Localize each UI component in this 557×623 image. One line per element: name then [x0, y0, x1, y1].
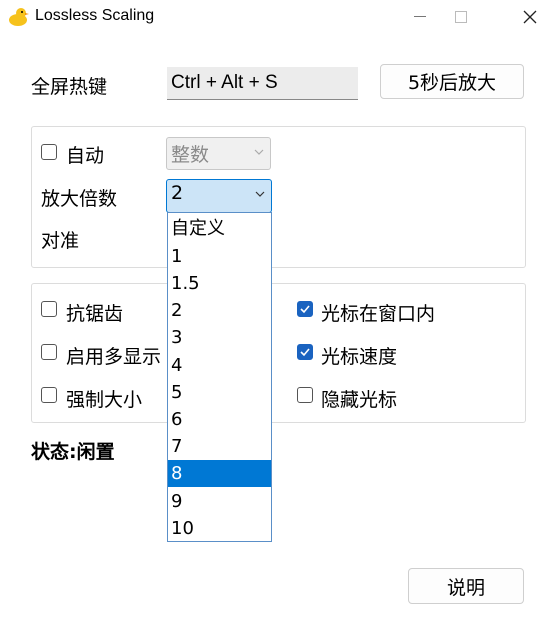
- dropdown-item[interactable]: 10: [168, 515, 271, 542]
- cursor-in-window-checkbox[interactable]: [297, 301, 313, 317]
- scale-mode-select: 整数: [166, 137, 271, 170]
- status-text: 状态:闲置: [31, 441, 115, 463]
- maximize-icon: [455, 11, 467, 23]
- hotkey-input[interactable]: Ctrl + Alt + S: [167, 67, 358, 100]
- close-icon: [523, 10, 537, 24]
- dropdown-item[interactable]: 6: [168, 406, 271, 433]
- dropdown-item[interactable]: 4: [168, 352, 271, 379]
- cursor-speed-label: 光标速度: [321, 346, 398, 368]
- auto-checkbox[interactable]: [41, 144, 57, 160]
- force-size-checkbox[interactable]: [41, 387, 57, 403]
- maximize-button[interactable]: [438, 0, 484, 34]
- dropdown-item[interactable]: 7: [168, 433, 271, 460]
- align-label: 对准: [41, 230, 80, 252]
- window-title: Lossless Scaling: [35, 7, 155, 24]
- dropdown-item[interactable]: 自定义: [168, 215, 271, 242]
- scale-factor-select[interactable]: 2: [166, 179, 272, 213]
- chevron-down-icon: [254, 149, 264, 155]
- hotkey-label: 全屏热键: [31, 76, 108, 98]
- checkmark-icon: [300, 305, 310, 314]
- dropdown-item[interactable]: 2: [168, 297, 271, 324]
- cursor-in-window-label: 光标在窗口内: [321, 303, 436, 325]
- multi-display-checkbox[interactable]: [41, 344, 57, 360]
- dropdown-item[interactable]: 1.5: [168, 270, 271, 297]
- dropdown-item[interactable]: 1: [168, 243, 271, 270]
- scale-factor-dropdown: 自定义 1 1.5 2 3 4 5 6 7 8 9 10: [167, 212, 272, 542]
- help-button[interactable]: 说明: [408, 568, 524, 604]
- antialias-checkbox[interactable]: [41, 301, 57, 317]
- close-button[interactable]: [507, 0, 553, 34]
- chevron-down-icon: [255, 191, 265, 197]
- minimize-button[interactable]: [397, 0, 443, 34]
- scale-factor-value: 2: [171, 182, 184, 204]
- dropdown-item[interactable]: 9: [168, 488, 271, 515]
- checkmark-icon: [300, 348, 310, 357]
- dropdown-item[interactable]: 3: [168, 324, 271, 351]
- scale-mode-value: 整数: [171, 144, 210, 166]
- scale-after-5s-button[interactable]: 5秒后放大: [380, 64, 524, 99]
- scale-factor-label: 放大倍数: [41, 188, 118, 210]
- minimize-icon: [414, 16, 426, 17]
- dropdown-item[interactable]: 5: [168, 379, 271, 406]
- duck-icon: [9, 8, 29, 26]
- antialias-label: 抗锯齿: [66, 303, 124, 325]
- multi-display-label: 启用多显示: [66, 346, 162, 368]
- cursor-speed-checkbox[interactable]: [297, 344, 313, 360]
- force-size-label: 强制大小: [66, 389, 143, 411]
- dropdown-item-selected[interactable]: 8: [168, 460, 271, 487]
- auto-label: 自动: [66, 145, 105, 167]
- hide-cursor-label: 隐藏光标: [321, 389, 398, 411]
- hide-cursor-checkbox[interactable]: [297, 387, 313, 403]
- title-bar: Lossless Scaling: [0, 0, 557, 36]
